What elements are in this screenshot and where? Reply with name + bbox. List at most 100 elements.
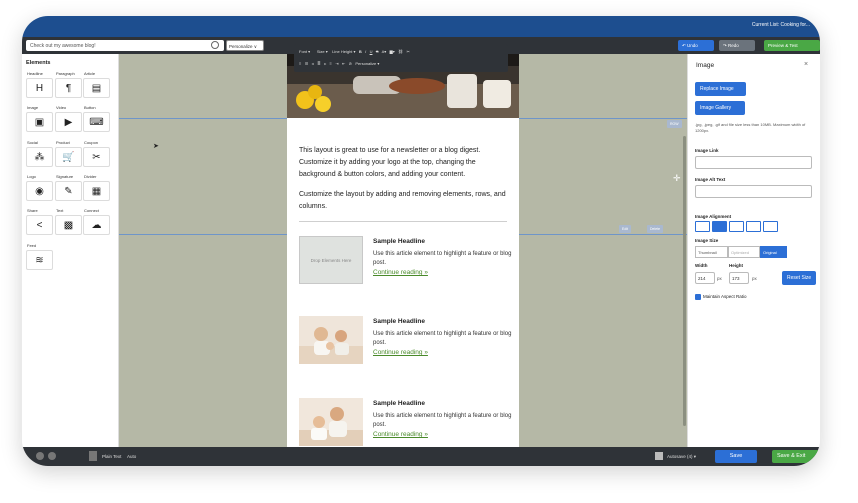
wrap-right-button[interactable] (763, 221, 778, 232)
size-dropdown[interactable]: Size (317, 49, 325, 54)
element-divider-button[interactable]: ▦ (83, 181, 110, 201)
row-badge[interactable]: ROW (667, 120, 682, 128)
size-thumbnail-button[interactable]: Thumbnail (695, 246, 728, 258)
personalize-dropdown[interactable]: Personalize ∨ (226, 40, 264, 51)
article-headline[interactable]: Sample Headline (373, 400, 425, 407)
outdent-icon[interactable]: ⇤ (342, 61, 345, 66)
article-link[interactable]: Continue reading » (373, 349, 428, 356)
article-image[interactable] (299, 398, 363, 446)
close-icon[interactable]: × (804, 61, 808, 68)
article-body[interactable]: Use this article element to highlight a … (373, 412, 513, 430)
image-gallery-button[interactable]: Image Gallery (695, 101, 745, 115)
emoji-icon[interactable] (211, 41, 219, 49)
element-label-logo: Logo (27, 174, 36, 179)
plain-text-icon[interactable] (89, 451, 97, 461)
indent-icon[interactable]: ⇥ (335, 61, 338, 66)
clear-format-icon[interactable]: ⊘ (349, 61, 352, 66)
element-social-button[interactable]: ⁂ (26, 147, 53, 167)
element-label-button: Button (84, 105, 96, 110)
replace-image-button[interactable]: Replace Image (695, 82, 746, 96)
undo-button[interactable]: ↶ Undo (678, 40, 714, 51)
subject-input[interactable]: Check out my awesome blog! (26, 40, 224, 51)
size-original-button[interactable]: Original (760, 246, 787, 258)
save-button[interactable]: Save (715, 450, 757, 463)
justify-icon[interactable]: ≡ (330, 61, 332, 66)
image-alt-input[interactable] (695, 185, 812, 198)
link-icon[interactable]: ⛓ (398, 49, 403, 54)
maintain-aspect-checkbox[interactable] (695, 294, 701, 300)
height-input[interactable]: 173 (729, 272, 749, 284)
align-right-icon[interactable]: ⫸ (324, 61, 326, 66)
article-link[interactable]: Continue reading » (373, 431, 428, 438)
editor-canvas[interactable]: ROW Edit Delete ➤ This layout is great t… (119, 54, 687, 447)
intro-paragraph-2[interactable]: Customize the layout by adding and remov… (299, 189, 511, 213)
article-body[interactable]: Use this article element to highlight a … (373, 250, 513, 268)
element-share-button[interactable]: < (26, 215, 53, 235)
canvas-scrollbar[interactable] (683, 136, 686, 426)
align-left-icon[interactable]: ⫷ (312, 61, 314, 66)
width-label: Width (695, 263, 708, 268)
autosave-dropdown[interactable]: Autosave (4) ▾ (667, 454, 696, 460)
underline-button[interactable]: U (370, 49, 373, 54)
element-headline-button[interactable]: H (26, 78, 53, 98)
signature-icon: ✎ (64, 185, 73, 197)
panel-title: Image (696, 62, 715, 69)
ordered-list-icon[interactable]: ≡ (299, 61, 301, 66)
element-connect-button[interactable]: ☁ (83, 215, 110, 235)
element-signature-button[interactable]: ✎ (55, 181, 82, 201)
element-image-button[interactable]: ▣ (26, 112, 53, 132)
unlink-icon[interactable]: ✂ (407, 49, 410, 54)
save-exit-button[interactable]: Save & Exit (772, 450, 820, 463)
image-settings-panel: Image × Replace Image Image Gallery .jpg… (687, 54, 820, 447)
align-center-button[interactable] (712, 221, 727, 232)
element-label-signature: Signature (56, 174, 74, 179)
row-delete-button[interactable]: Delete (647, 225, 664, 233)
element-article-button[interactable]: ▤ (83, 78, 110, 98)
size-optimized-button[interactable]: Optimized (728, 246, 760, 258)
redo-button[interactable]: ↷ Redo (719, 40, 755, 51)
article-image[interactable] (299, 316, 363, 364)
strike-button[interactable]: S (376, 49, 379, 54)
reset-size-button[interactable]: Reset Size (782, 271, 817, 285)
bullet-list-icon[interactable]: ☰ (305, 61, 309, 66)
row-edit-button[interactable]: Edit (619, 225, 632, 233)
article-headline[interactable]: Sample Headline (373, 318, 425, 325)
article-link[interactable]: Continue reading » (373, 269, 428, 276)
coupon-icon: ✂ (92, 151, 101, 163)
line-height-dropdown[interactable]: Line Height (332, 49, 352, 54)
article-headline[interactable]: Sample Headline (373, 238, 425, 245)
plain-text-mode[interactable]: Auto (127, 454, 136, 459)
element-video-button[interactable]: ▶ (55, 112, 82, 132)
element-paragraph-button[interactable]: ¶ (55, 78, 82, 98)
element-product-button[interactable]: 🛒 (55, 147, 82, 167)
video-icon: ▶ (64, 116, 73, 128)
element-feed-button[interactable]: ≋ (26, 250, 53, 270)
preview-test-button[interactable]: Preview & Test (764, 40, 820, 51)
element-logo-button[interactable]: ◉ (26, 181, 53, 201)
italic-button[interactable]: I (365, 49, 366, 54)
help-icon[interactable] (36, 452, 44, 460)
article-body[interactable]: Use this article element to highlight a … (373, 330, 513, 348)
font-dropdown[interactable]: Font (299, 49, 307, 54)
personalize-format-dropdown[interactable]: Personalize ▾ (355, 61, 379, 66)
align-center-icon[interactable]: ≣ (317, 61, 320, 66)
align-right-button[interactable] (729, 221, 744, 232)
image-size-label: Image Size (695, 238, 719, 243)
settings-icon[interactable] (48, 452, 56, 460)
intro-paragraph-1[interactable]: This layout is great to use for a newsle… (299, 145, 511, 181)
element-label-divider: Divider (84, 174, 97, 179)
highlight-icon[interactable]: ▆▾ (390, 49, 395, 54)
text-color-icon[interactable]: A▾ (382, 49, 387, 54)
bold-button[interactable]: B (359, 49, 362, 54)
plain-text-label[interactable]: Plain Text (102, 454, 121, 459)
element-text-button[interactable]: ▩ (55, 215, 82, 235)
element-label-article: Article (84, 71, 96, 76)
move-handle-icon[interactable]: ✛ (673, 174, 682, 183)
element-coupon-button[interactable]: ✂ (83, 147, 110, 167)
width-input[interactable]: 214 (695, 272, 715, 284)
element-button-button[interactable]: ⌨ (83, 112, 110, 132)
drop-zone[interactable]: Drop Elements Here (299, 236, 363, 284)
wrap-left-button[interactable] (746, 221, 761, 232)
image-link-input[interactable] (695, 156, 812, 169)
align-left-button[interactable] (695, 221, 710, 232)
